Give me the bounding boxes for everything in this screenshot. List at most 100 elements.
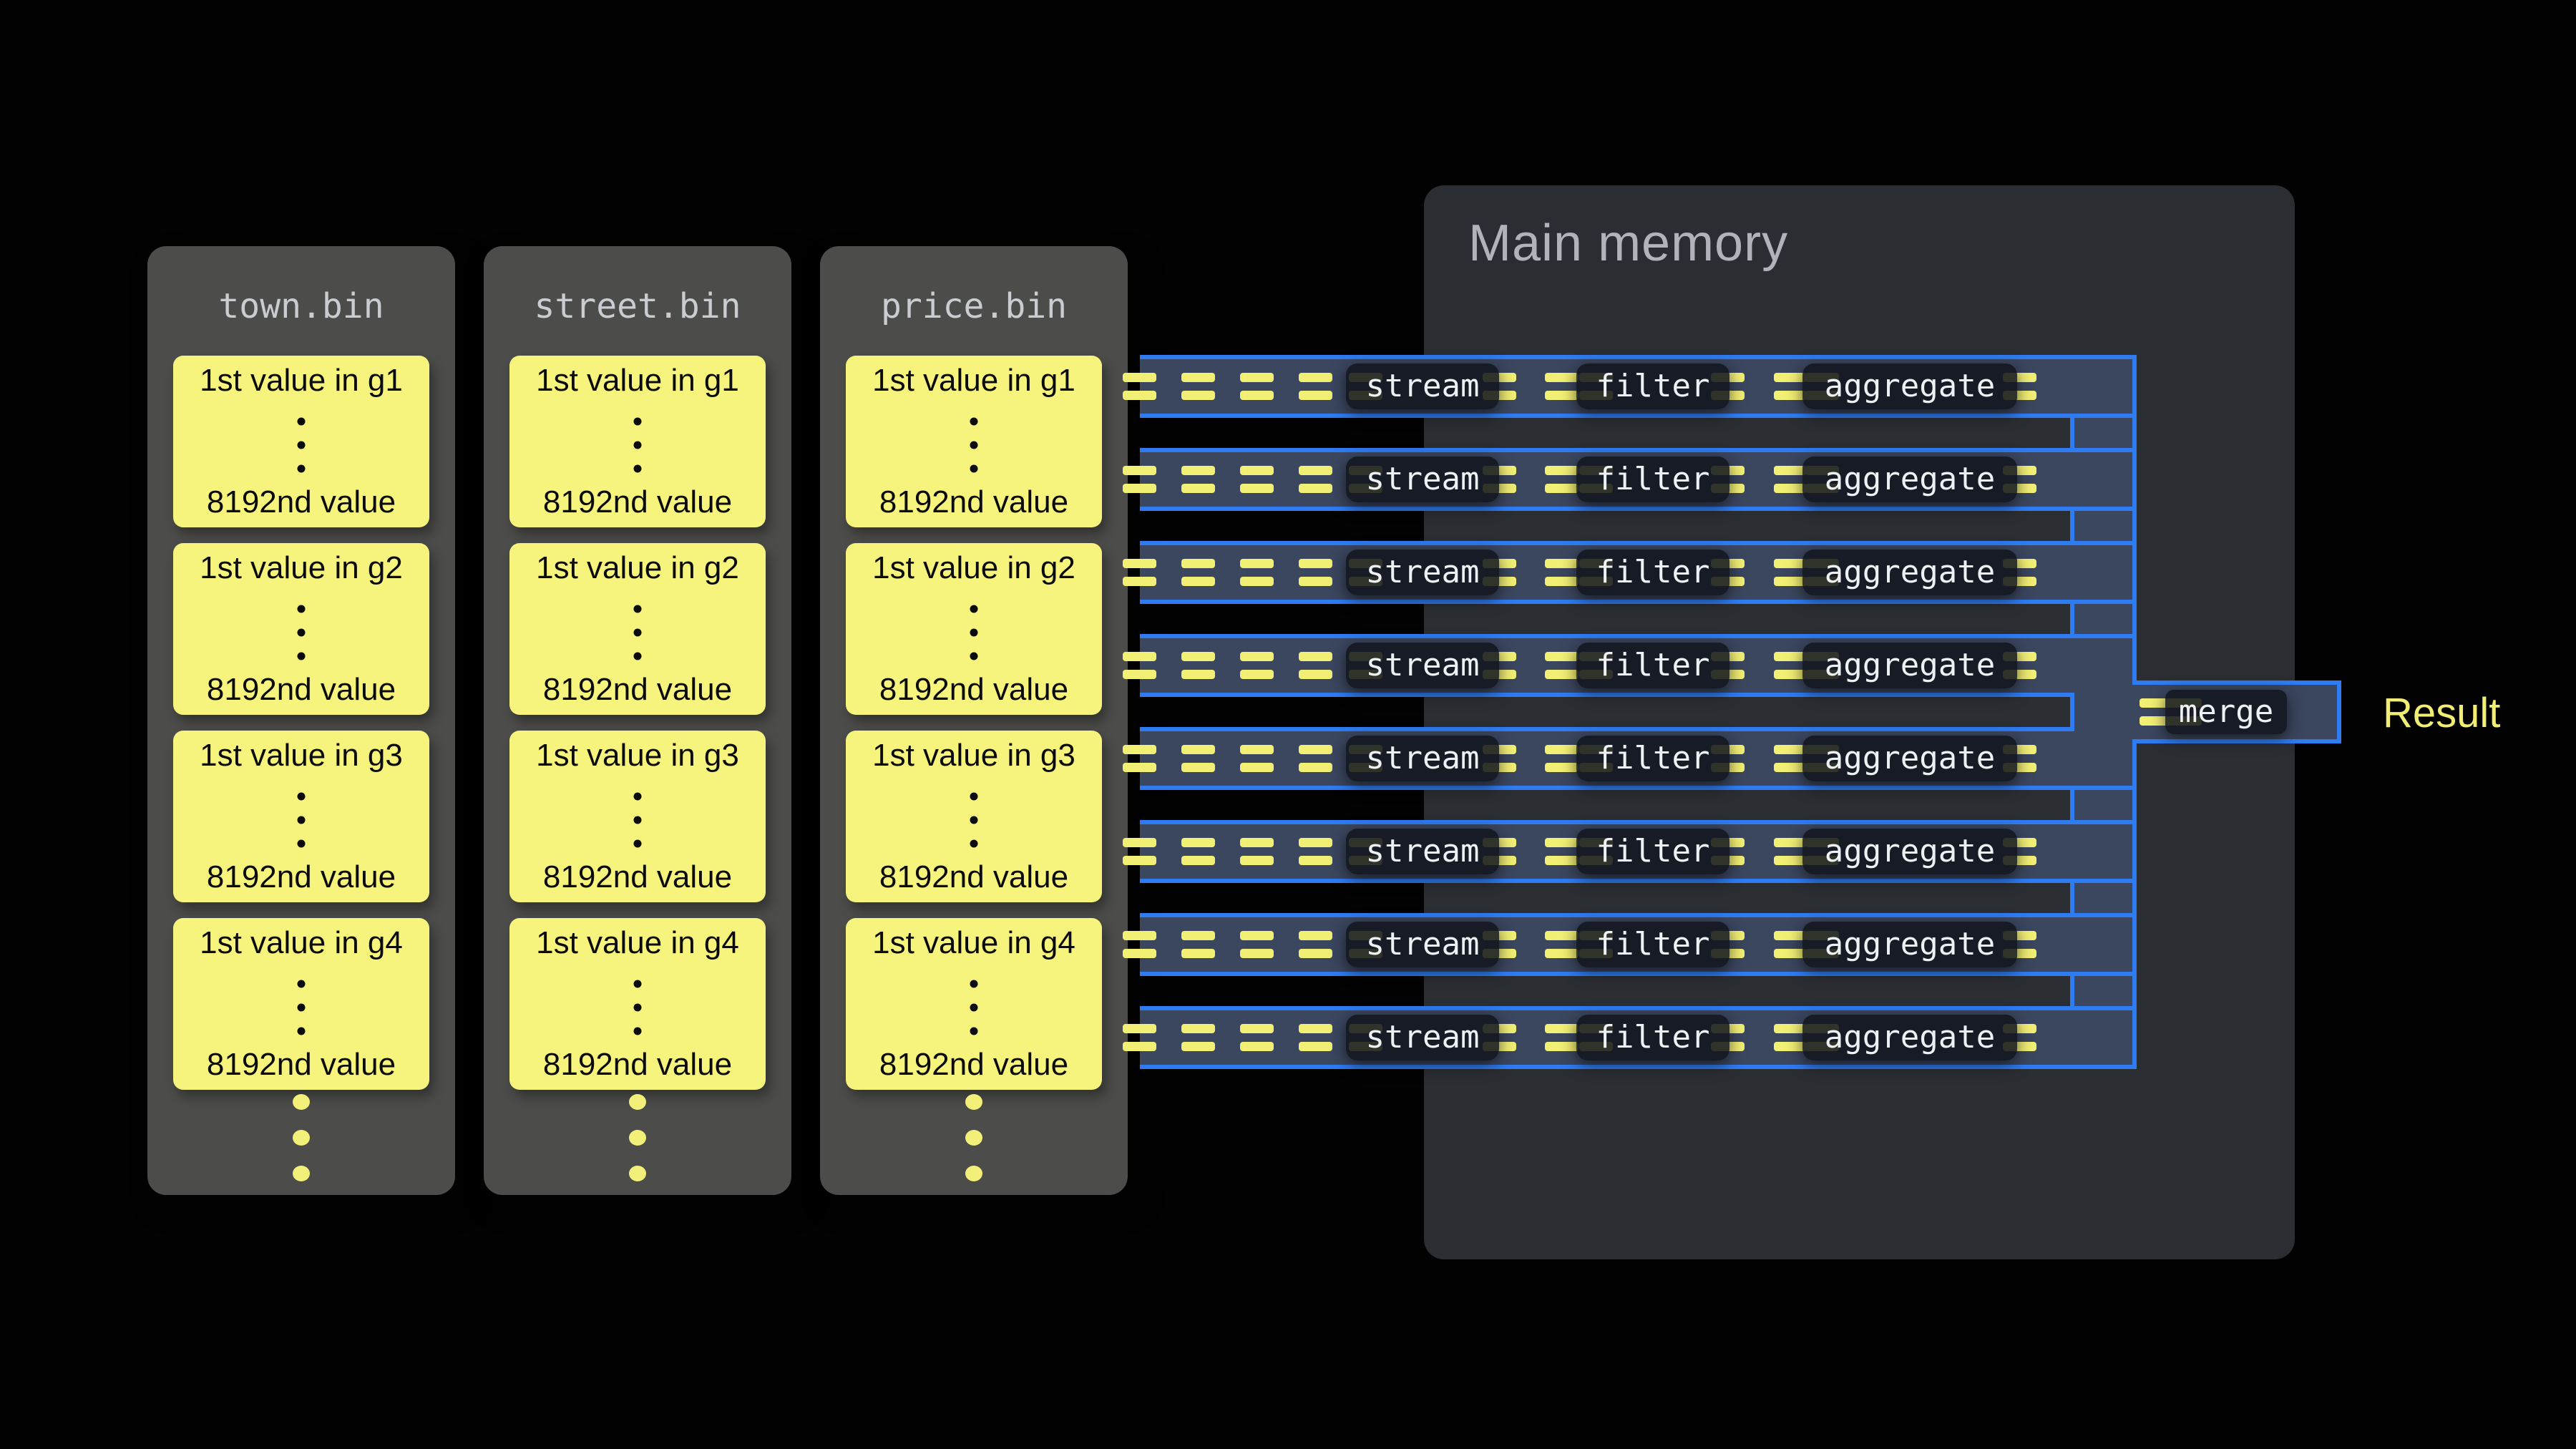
data-token-icon: [1123, 931, 1156, 958]
group-last-value: 8192nd value: [509, 1047, 766, 1083]
bus-junction-patch: [2074, 680, 2132, 743]
bus-gap-segment: [2070, 418, 2132, 448]
ellipsis-dots: [970, 980, 978, 1035]
file-name: street.bin: [484, 286, 791, 326]
data-token-icon: [1545, 1024, 1579, 1051]
merge-operator: merge: [2165, 690, 2287, 734]
data-token-icon: [1181, 466, 1215, 493]
ellipsis-dots: [970, 417, 978, 472]
pipeline-row: stream filter aggregate: [1140, 448, 2132, 511]
data-token-icon: [1299, 559, 1332, 586]
data-token-icon: [1123, 652, 1156, 679]
group-last-value: 8192nd value: [509, 484, 766, 520]
file-panel: town.bin 1st value in g1 8192nd value 1s…: [147, 246, 455, 1195]
ellipsis-dots: [965, 1094, 982, 1181]
value-group-box: 1st value in g1 8192nd value: [509, 356, 766, 527]
group-first-value: 1st value in g1: [173, 363, 429, 399]
group-last-value: 8192nd value: [846, 1047, 1102, 1083]
value-group-box: 1st value in g4 8192nd value: [846, 918, 1102, 1090]
bus-right-border: [2132, 739, 2137, 1069]
group-first-value: 1st value in g1: [846, 363, 1102, 399]
pipeline-row: stream filter aggregate: [1140, 727, 2132, 790]
data-token-icon: [1181, 559, 1215, 586]
ellipsis-dots: [629, 1094, 646, 1181]
main-memory-title: Main memory: [1468, 214, 1788, 273]
stream-operator: stream: [1346, 364, 1499, 409]
bus-gap-segment: [2070, 790, 2132, 820]
group-first-value: 1st value in g2: [509, 550, 766, 586]
pipeline-row: stream filter aggregate: [1140, 820, 2132, 883]
stream-operator: stream: [1346, 736, 1499, 781]
group-first-value: 1st value in g2: [846, 550, 1102, 586]
filter-operator: filter: [1576, 829, 1729, 874]
data-token-icon: [1123, 466, 1156, 493]
data-token-icon: [1181, 745, 1215, 772]
data-token-icon: [1181, 931, 1215, 958]
aggregate-operator: aggregate: [1802, 643, 2017, 688]
group-first-value: 1st value in g3: [846, 738, 1102, 774]
pipeline-row: stream filter aggregate: [1140, 541, 2132, 604]
group-last-value: 8192nd value: [509, 859, 766, 895]
group-first-value: 1st value in g4: [846, 925, 1102, 961]
ellipsis-dots: [970, 605, 978, 660]
data-token-icon: [1240, 745, 1274, 772]
data-token-icon: [1299, 466, 1332, 493]
file-name: town.bin: [147, 286, 455, 326]
file-panel: street.bin 1st value in g1 8192nd value …: [484, 246, 791, 1195]
aggregate-operator: aggregate: [1802, 550, 2017, 595]
stream-operator: stream: [1346, 829, 1499, 874]
stream-operator: stream: [1346, 922, 1499, 967]
data-token-icon: [1181, 1024, 1215, 1051]
stream-operator: stream: [1346, 550, 1499, 595]
data-token-icon: [1299, 745, 1332, 772]
group-last-value: 8192nd value: [846, 859, 1102, 895]
data-token-icon: [1299, 652, 1332, 679]
data-token-icon: [1545, 745, 1579, 772]
data-token-icon: [1545, 652, 1579, 679]
filter-operator: filter: [1576, 364, 1729, 409]
group-list: 1st value in g1 8192nd value 1st value i…: [846, 356, 1102, 1090]
data-token-icon: [1545, 373, 1579, 400]
group-list: 1st value in g1 8192nd value 1st value i…: [509, 356, 766, 1090]
data-token-icon: [1299, 931, 1332, 958]
merge-band: merge: [2132, 680, 2341, 743]
filter-operator: filter: [1576, 1015, 1729, 1060]
data-token-icon: [1123, 373, 1156, 400]
result-label: Result: [2383, 689, 2500, 737]
data-token-icon: [1240, 1024, 1274, 1051]
data-token-icon: [1299, 373, 1332, 400]
data-token-icon: [1545, 931, 1579, 958]
pipeline-row: stream filter aggregate: [1140, 355, 2132, 418]
data-token-icon: [1545, 466, 1579, 493]
group-last-value: 8192nd value: [173, 672, 429, 708]
data-token-icon: [1240, 466, 1274, 493]
stream-operator: stream: [1346, 1015, 1499, 1060]
filter-operator: filter: [1576, 457, 1729, 502]
aggregate-operator: aggregate: [1802, 1015, 2017, 1060]
data-token-icon: [1545, 838, 1579, 865]
filter-operator: filter: [1576, 922, 1729, 967]
pipeline-row: stream filter aggregate: [1140, 1006, 2132, 1069]
data-token-icon: [1240, 652, 1274, 679]
group-last-value: 8192nd value: [846, 484, 1102, 520]
data-token-icon: [1123, 1024, 1156, 1051]
group-last-value: 8192nd value: [509, 672, 766, 708]
group-first-value: 1st value in g3: [509, 738, 766, 774]
aggregate-operator: aggregate: [1802, 829, 2017, 874]
value-group-box: 1st value in g3 8192nd value: [846, 731, 1102, 902]
ellipsis-dots: [970, 792, 978, 847]
group-first-value: 1st value in g4: [509, 925, 766, 961]
group-first-value: 1st value in g3: [173, 738, 429, 774]
file-panel: price.bin 1st value in g1 8192nd value 1…: [820, 246, 1128, 1195]
value-group-box: 1st value in g3 8192nd value: [173, 731, 429, 902]
data-token-icon: [1181, 838, 1215, 865]
data-token-icon: [1123, 745, 1156, 772]
ellipsis-dots: [298, 605, 306, 660]
value-group-box: 1st value in g3 8192nd value: [509, 731, 766, 902]
data-token-icon: [1181, 373, 1215, 400]
filter-operator: filter: [1576, 736, 1729, 781]
stream-operator: stream: [1346, 457, 1499, 502]
ellipsis-dots: [634, 417, 642, 472]
group-first-value: 1st value in g2: [173, 550, 429, 586]
data-token-icon: [1123, 838, 1156, 865]
